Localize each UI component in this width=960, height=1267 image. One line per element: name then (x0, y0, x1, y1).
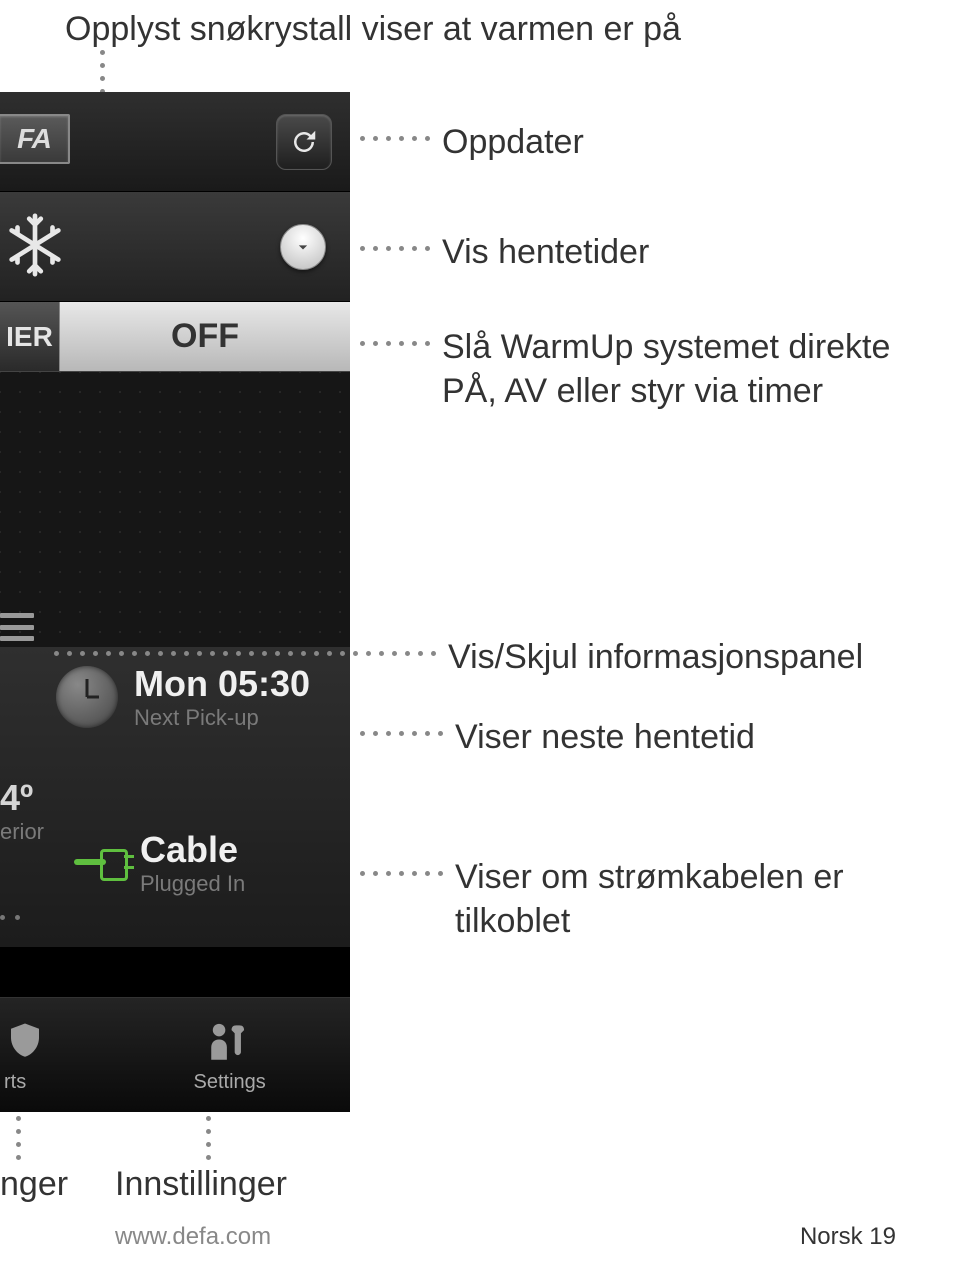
callout-off: Slå WarmUp systemet direkte PÅ, AV eller… (360, 325, 920, 413)
expand-button[interactable] (280, 224, 326, 270)
bottom-settings-label: Innstillinger (115, 1165, 287, 1204)
plug-icon (100, 849, 134, 875)
refresh-icon (289, 127, 319, 157)
cable-sub: Plugged In (140, 871, 245, 897)
page-footer: www.defa.com Norsk 19 (0, 1223, 960, 1251)
page-indicator-dots (0, 915, 20, 920)
footer-url: www.defa.com (115, 1223, 271, 1251)
snow-row (0, 192, 350, 302)
shield-icon (4, 1017, 46, 1065)
person-wrench-icon (205, 1017, 255, 1065)
temp-value: 4º (0, 777, 44, 819)
panel-toggle-icon[interactable] (0, 613, 34, 641)
info-panel: Mon 05:30 Next Pick-up 4º erior Cable Pl… (0, 647, 350, 947)
defa-logo: FA (0, 114, 70, 164)
phone-screenshot: FA IER OFF Mon 05:30 Next Pick-up (0, 92, 350, 1112)
dotted-background (0, 372, 350, 647)
pickup-sub: Next Pick-up (134, 705, 310, 731)
snowflake-icon (0, 210, 70, 285)
callout-refresh: Oppdater (360, 120, 584, 164)
callout-expand: Vis hentetider (360, 230, 649, 274)
callout-cable: Viser om strømkabelen er tilkoblet (360, 855, 920, 943)
callout-panel: Vis/Skjul informasjonspanel (54, 635, 863, 679)
cable-label: Cable (140, 829, 245, 871)
callout-pickup: Viser neste hentetid (360, 715, 755, 759)
tab-alerts-label: rts (4, 1071, 26, 1094)
cable-block: Cable Plugged In (140, 829, 245, 897)
tab-settings[interactable]: Settings (154, 998, 304, 1112)
phone-header: FA (0, 92, 350, 192)
refresh-button[interactable] (276, 114, 332, 170)
footer-page: Norsk 19 (800, 1223, 896, 1251)
callout-snow-top: Opplyst snøkrystall viser at varmen er p… (65, 10, 681, 49)
leader-dots-alerts (16, 1116, 21, 1160)
mode-toggle-row[interactable]: IER OFF (0, 302, 350, 372)
tab-bar: rts Settings (0, 997, 350, 1112)
temperature-block: 4º erior (0, 777, 44, 845)
temp-sub: erior (0, 819, 44, 845)
leader-dots-settings (206, 1116, 211, 1160)
bottom-left-label: nger (0, 1165, 68, 1204)
ier-tab: IER (0, 302, 60, 371)
tab-settings-label: Settings (194, 1071, 266, 1094)
chevron-down-icon (293, 237, 313, 257)
tab-alerts[interactable]: rts (0, 998, 154, 1112)
